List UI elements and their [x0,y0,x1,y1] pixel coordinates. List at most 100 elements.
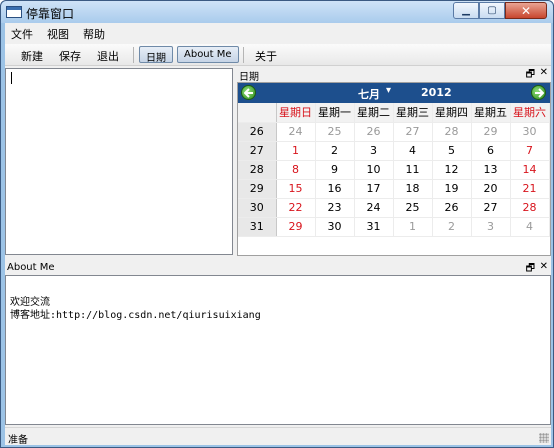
calendar-day[interactable]: 10 [354,160,394,180]
title-bar[interactable]: 停靠窗口 ▁ ▢ ✕ [1,1,553,23]
week-number: 26 [238,122,277,142]
close-icon: ✕ [520,3,532,18]
minimize-icon: ▁ [462,5,470,16]
weekday-header-row: 星期日 星期一 星期二 星期三 星期四 星期五 星期六 [238,103,550,123]
minimize-button[interactable]: ▁ [453,2,479,19]
calendar-day[interactable]: 4 [393,141,433,161]
calendar-week-row: 29 15 16 17 18 19 20 21 [238,179,550,199]
calendar-week-row: 27 1 2 3 4 5 6 7 [238,141,550,161]
calendar-day[interactable]: 8 [276,160,316,180]
week-number: 28 [238,160,277,180]
about-dock-title-bar[interactable]: About Me 🗗 ✕ [5,261,551,275]
weekday-tuesday: 星期二 [354,103,394,123]
calendar-day[interactable]: 26 [432,198,472,218]
about-dock-title: About Me [7,262,55,273]
calendar-week-row: 31 29 30 31 1 2 3 4 [238,217,550,237]
date-dock-toggle[interactable]: 日期 [139,46,173,64]
calendar-day[interactable]: 22 [276,198,316,218]
calendar-day[interactable]: 17 [354,179,394,199]
calendar-day[interactable]: 20 [471,179,511,199]
menu-view[interactable]: 视图 [47,26,69,42]
calendar-day[interactable]: 5 [432,141,472,161]
exit-button[interactable]: 退出 [97,48,119,64]
calendar-day[interactable]: 13 [471,160,511,180]
calendar-day[interactable]: 29 [471,122,511,142]
calendar-day[interactable]: 28 [432,122,472,142]
calendar-day[interactable]: 25 [315,122,355,142]
calendar-day[interactable]: 6 [471,141,511,161]
arrow-right-icon [535,88,544,98]
calendar-day[interactable]: 11 [393,160,433,180]
calendar-day[interactable]: 18 [393,179,433,199]
weekday-wednesday: 星期三 [393,103,433,123]
calendar-day[interactable]: 19 [432,179,472,199]
calendar-day[interactable]: 30 [315,217,355,237]
calendar-day[interactable]: 2 [432,217,472,237]
calendar-day[interactable]: 31 [354,217,394,237]
calendar-grid: 星期日 星期一 星期二 星期三 星期四 星期五 星期六 26 24 25 26 … [238,103,550,237]
weekday-sunday: 星期日 [276,103,316,123]
next-month-button[interactable] [531,85,546,100]
calendar-day[interactable]: 30 [510,122,550,142]
calendar-day[interactable]: 1 [276,141,316,161]
calendar-day[interactable]: 4 [510,217,550,237]
calendar-week-row: 26 24 25 26 27 28 29 30 [238,122,550,142]
calendar-day[interactable]: 2 [315,141,355,161]
date-dock-title-bar[interactable]: 日期 🗗 ✕ [237,67,551,83]
week-number: 27 [238,141,277,161]
weekday-monday: 星期一 [315,103,355,123]
new-button[interactable]: 新建 [21,48,43,64]
maximize-button[interactable]: ▢ [479,2,505,19]
calendar-day[interactable]: 27 [471,198,511,218]
calendar-day[interactable]: 26 [354,122,394,142]
calendar-day[interactable]: 14 [510,160,550,180]
calendar-day[interactable]: 25 [393,198,433,218]
text-editor[interactable] [5,68,233,255]
weekday-thursday: 星期四 [432,103,472,123]
month-selector[interactable]: 七月 [358,86,380,102]
status-bar: 准备 [5,427,551,446]
maximize-icon: ▢ [487,5,497,16]
about-dock-toggle[interactable]: About Me [177,46,239,63]
week-number: 31 [238,217,277,237]
toolbar-separator [243,47,244,63]
calendar-day[interactable]: 12 [432,160,472,180]
about-me-content: 欢迎交流 博客地址:http://blog.csdn.net/qiurisuix… [5,275,551,425]
calendar-day[interactable]: 16 [315,179,355,199]
calendar-navigation: 七月 ▾ 2012 [238,83,550,103]
resize-grip-icon[interactable] [539,433,549,443]
calendar-day[interactable]: 15 [276,179,316,199]
calendar-day[interactable]: 29 [276,217,316,237]
window-controls: ▁ ▢ ✕ [453,2,547,20]
week-number-header [238,103,277,123]
calendar-day[interactable]: 28 [510,198,550,218]
week-number: 29 [238,179,277,199]
close-icon[interactable]: ✕ [540,67,548,78]
text-caret [11,72,12,84]
calendar-week-row: 28 8 9 10 11 12 13 14 [238,160,550,180]
close-button[interactable]: ✕ [505,2,547,19]
calendar-day[interactable]: 27 [393,122,433,142]
calendar-day[interactable]: 24 [276,122,316,142]
calendar-day[interactable]: 3 [354,141,394,161]
main-window: 停靠窗口 ▁ ▢ ✕ 文件 视图 帮助 新建 保存 退出 日期 About Me [0,0,554,448]
calendar-day[interactable]: 9 [315,160,355,180]
client-area: 文件 视图 帮助 新建 保存 退出 日期 About Me 关于 日期 🗗 ✕ [5,23,551,446]
date-dock-title: 日期 [239,72,259,83]
menu-file[interactable]: 文件 [11,26,33,42]
prev-month-button[interactable] [241,85,256,100]
app-window-icon [6,6,22,18]
calendar-day[interactable]: 23 [315,198,355,218]
menu-help[interactable]: 帮助 [83,26,105,42]
calendar-day[interactable]: 7 [510,141,550,161]
calendar-day[interactable]: 3 [471,217,511,237]
calendar-day[interactable]: 1 [393,217,433,237]
save-button[interactable]: 保存 [59,48,81,64]
year-selector[interactable]: 2012 [421,86,452,99]
calendar-day[interactable]: 21 [510,179,550,199]
calendar-widget: 七月 ▾ 2012 星期日 星期一 星期二 星期三 星期四 星期五 星期六 26… [237,82,551,256]
calendar-day[interactable]: 24 [354,198,394,218]
about-blog-address: 博客地址:http://blog.csdn.net/qiurisuixiang [10,310,261,321]
about-button[interactable]: 关于 [255,48,277,64]
close-icon[interactable]: ✕ [540,261,548,272]
